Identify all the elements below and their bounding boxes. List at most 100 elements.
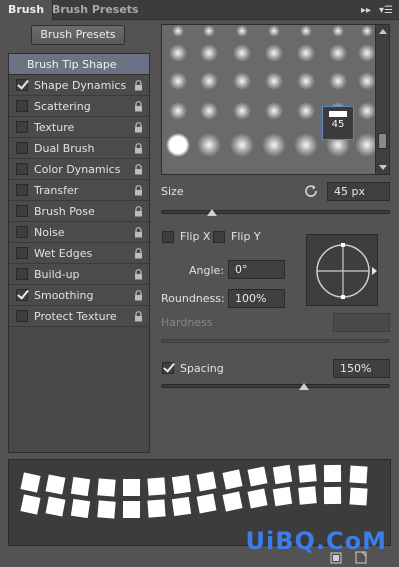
spacing-field[interactable]: 150% [333,359,390,378]
lock-icon[interactable] [134,227,143,238]
brush-option-row[interactable]: Scattering [9,96,149,117]
brush-tip-thumbnail[interactable] [332,25,344,37]
brush-option-row[interactable]: Transfer [9,180,149,201]
brush-tip-thumbnail[interactable] [169,72,187,90]
brush-tip-shape-item[interactable]: Brush Tip Shape [9,54,149,75]
brush-tip-thumbnail[interactable] [297,72,315,90]
collapse-panel-icon[interactable]: ▸▸ [361,5,371,16]
brush-tip-thumbnail[interactable] [166,133,190,157]
lock-icon[interactable] [134,122,143,133]
brush-tip-thumbnail[interactable] [200,102,218,120]
brush-tip-thumbnail[interactable] [361,25,373,37]
brush-option-checkbox[interactable] [16,268,28,280]
brush-dab [196,471,217,492]
spacing-slider[interactable] [161,383,390,390]
brush-option-checkbox[interactable] [16,226,28,238]
brush-dab [298,486,317,505]
brush-tip-thumbnail[interactable] [268,25,280,37]
lock-icon[interactable] [134,143,143,154]
lock-icon[interactable] [134,185,143,196]
angle-field[interactable]: 0° [228,260,285,279]
size-field[interactable]: 45 px [327,182,390,201]
brush-option-row[interactable]: Dual Brush [9,138,149,159]
brush-tip-thumbnail[interactable] [200,44,218,62]
brush-presets-button[interactable]: Brush Presets [31,25,125,45]
brush-option-checkbox[interactable] [16,289,28,301]
brush-tip-thumbnail-set[interactable] [162,25,379,174]
angle-dial-icon[interactable] [307,235,379,307]
brush-option-row[interactable]: Build-up [9,264,149,285]
brush-option-row[interactable]: Noise [9,222,149,243]
flip-y-checkbox[interactable] [213,231,225,243]
brush-tip-thumbnail[interactable] [169,102,187,120]
brush-tip-thumbnail[interactable] [233,44,251,62]
brush-option-checkbox[interactable] [16,184,28,196]
roundness-field[interactable]: 100% [228,289,285,308]
brush-tip-thumbnail[interactable] [236,25,248,37]
brush-tip-thumbnail[interactable] [200,72,218,90]
panel-menu-icon[interactable]: ▾☰ [379,5,393,16]
spacing-checkbox[interactable] [162,362,174,374]
brush-tip-thumbnail[interactable] [203,25,215,37]
brush-option-checkbox[interactable] [16,163,28,175]
tip-grid-scrollbar[interactable] [375,25,389,174]
selected-brush-tip[interactable]: 45 [322,106,354,140]
brush-tip-thumbnail[interactable] [197,133,221,157]
brush-tip-thumbnail[interactable] [262,133,286,157]
scroll-up-icon[interactable] [379,29,387,34]
brush-option-row[interactable]: Brush Pose [9,201,149,222]
lock-icon[interactable] [134,164,143,175]
brush-dab [196,493,217,514]
hardness-slider [161,339,390,343]
brush-option-checkbox[interactable] [16,79,28,91]
brush-tip-thumbnail[interactable] [329,44,347,62]
brush-option-checkbox[interactable] [16,310,28,322]
brush-option-row[interactable]: Texture [9,117,149,138]
brush-option-checkbox[interactable] [16,142,28,154]
brush-tip-thumbnail[interactable] [297,44,315,62]
brush-tip-thumbnail[interactable] [230,133,254,157]
brush-option-checkbox[interactable] [16,247,28,259]
lock-icon[interactable] [134,206,143,217]
brush-tip-thumbnail[interactable] [172,25,184,37]
lock-icon[interactable] [134,269,143,280]
lock-icon[interactable] [134,101,143,112]
brush-option-row[interactable]: Color Dynamics [9,159,149,180]
brush-tip-thumbnail[interactable] [329,72,347,90]
tab-brush-presets[interactable]: Brush Presets [44,0,147,20]
brush-option-row[interactable]: Smoothing [9,285,149,306]
brush-tip-thumbnail[interactable] [265,72,283,90]
brush-tip-thumbnail[interactable] [265,44,283,62]
brush-tip-thumbnails[interactable]: 45 [162,25,379,174]
lock-icon[interactable] [134,80,143,91]
brush-tip-thumbnail[interactable] [300,25,312,37]
brush-option-row[interactable]: Wet Edges [9,243,149,264]
scroll-thumb[interactable] [378,133,387,149]
spacing-slider-thumb[interactable] [298,383,309,390]
brush-option-checkbox[interactable] [16,100,28,112]
brush-tip-icon [329,111,347,117]
brush-tip-grid[interactable]: 45 [161,24,390,175]
brush-option-checkbox[interactable] [16,205,28,217]
lock-icon[interactable] [134,311,143,322]
lock-icon[interactable] [134,290,143,301]
flip-x-checkbox[interactable] [162,231,174,243]
reset-size-icon[interactable] [303,183,319,199]
brush-tip-thumbnail[interactable] [265,102,283,120]
angle-roundness-widget[interactable] [306,234,378,306]
brush-option-row[interactable]: Shape Dynamics [9,75,149,96]
brush-option-row[interactable]: Protect Texture [9,306,149,327]
brush-tip-thumbnail[interactable] [233,102,251,120]
scroll-down-icon[interactable] [379,165,387,170]
lock-icon[interactable] [134,248,143,259]
brush-tip-thumbnail[interactable] [294,133,318,157]
brush-tip-thumbnail[interactable] [169,44,187,62]
brush-option-checkbox[interactable] [16,121,28,133]
brush-tip-thumbnail[interactable] [233,72,251,90]
brush-tip-thumbnail[interactable] [297,102,315,120]
size-slider-thumb[interactable] [207,209,218,216]
brush-dab [96,478,116,497]
size-slider[interactable] [161,209,390,216]
brush-dab [122,500,140,518]
brush-dab [96,500,116,519]
